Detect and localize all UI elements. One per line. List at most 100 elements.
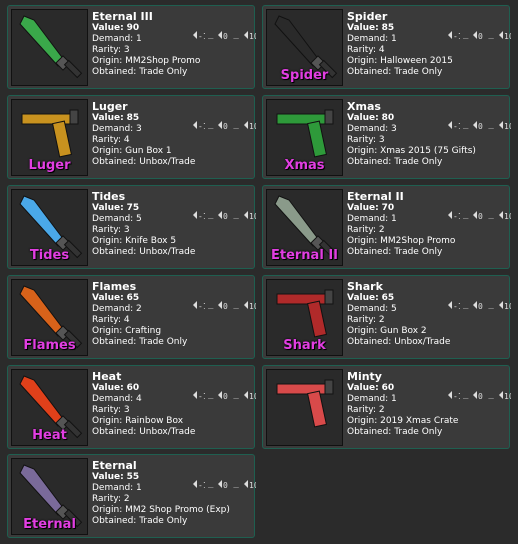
item-thumbnail[interactable]: Shark xyxy=(266,279,343,356)
item-obtained: Obtained: Unbox/Trade xyxy=(92,427,196,437)
plus-ten-icon[interactable]: 10 xyxy=(497,119,511,131)
item-origin: Origin: Xmas 2015 (75 Gifts) xyxy=(347,146,476,156)
item-thumbnail[interactable] xyxy=(266,369,343,446)
quantity-controls: -1_0_10 xyxy=(191,299,256,311)
plus-ten-icon[interactable]: 10 xyxy=(242,119,256,131)
thumbnail-label: Heat xyxy=(32,428,67,443)
item-thumbnail[interactable]: Eternal xyxy=(11,458,88,535)
item-name: Shark xyxy=(347,280,383,293)
item-thumbnail[interactable]: Luger xyxy=(11,99,88,176)
item-rarity: Rarity: 3 xyxy=(92,45,130,55)
item-obtained: Obtained: Trade Only xyxy=(347,157,443,167)
separator: _ xyxy=(488,210,494,220)
item-thumbnail[interactable]: Flames xyxy=(11,279,88,356)
reset-icon[interactable]: 0 xyxy=(216,119,230,131)
svg-text:-1: -1 xyxy=(198,212,205,221)
quantity-controls: -1_0_10 xyxy=(446,389,511,401)
item-origin: Origin: MM2Shop Promo xyxy=(92,56,201,66)
reset-icon[interactable]: 0 xyxy=(471,299,485,311)
thumbnail-label: Xmas xyxy=(284,158,325,173)
svg-text:10: 10 xyxy=(249,122,256,131)
plus-ten-icon[interactable]: 10 xyxy=(242,478,256,490)
item-rarity: Rarity: 2 xyxy=(347,315,385,325)
separator: _ xyxy=(463,300,469,310)
thumbnail-label: Tides xyxy=(29,248,70,263)
item-thumbnail[interactable] xyxy=(11,9,88,86)
quantity-controls: -1_0_10 xyxy=(446,209,511,221)
reset-icon[interactable]: 0 xyxy=(471,209,485,221)
item-obtained: Obtained: Trade Only xyxy=(92,516,188,526)
minus-one-icon[interactable]: -1 xyxy=(191,29,205,41)
plus-ten-icon[interactable]: 10 xyxy=(242,209,256,221)
reset-icon[interactable]: 0 xyxy=(216,299,230,311)
separator: _ xyxy=(488,30,494,40)
minus-one-icon[interactable]: -1 xyxy=(191,478,205,490)
item-thumbnail[interactable]: Tides xyxy=(11,189,88,266)
reset-icon[interactable]: 0 xyxy=(471,119,485,131)
separator: _ xyxy=(233,390,239,400)
separator: _ xyxy=(463,390,469,400)
item-info: Shark Value: 65 Demand: 5 Rarity: 2 Origin: … xyxy=(347,280,509,348)
reset-icon[interactable]: 0 xyxy=(216,389,230,401)
item-info: Eternal II Value: 70 Demand: 1 Rarity: 2 Ori… xyxy=(347,190,509,258)
reset-icon[interactable]: 0 xyxy=(471,389,485,401)
item-card: Minty Value: 60 Demand: 1 Rarity: 2 Origin: … xyxy=(262,365,511,449)
plus-ten-icon[interactable]: 10 xyxy=(242,389,256,401)
minus-one-icon[interactable]: -1 xyxy=(446,29,460,41)
item-card: Heat Heat Value: 60 Demand: 4 Rarity: 3 Origi… xyxy=(7,365,256,449)
item-info: Eternal Value: 55 Demand: 1 Rarity: 2 Origin… xyxy=(92,459,254,527)
item-rarity: Rarity: 4 xyxy=(92,135,130,145)
plus-ten-icon[interactable]: 10 xyxy=(242,299,256,311)
separator: _ xyxy=(488,390,494,400)
minus-one-icon[interactable]: -1 xyxy=(446,209,460,221)
plus-ten-icon[interactable]: 10 xyxy=(497,209,511,221)
svg-text:0: 0 xyxy=(223,302,228,311)
item-name: Heat xyxy=(92,370,122,383)
item-origin: Origin: Knife Box 5 xyxy=(92,236,177,246)
item-name: Minty xyxy=(347,370,382,383)
item-thumbnail[interactable]: Heat xyxy=(11,369,88,446)
minus-one-icon[interactable]: -1 xyxy=(191,209,205,221)
item-origin: Origin: Gun Box 2 xyxy=(347,326,427,336)
item-obtained: Obtained: Trade Only xyxy=(347,427,443,437)
plus-ten-icon[interactable]: 10 xyxy=(497,299,511,311)
item-thumbnail[interactable]: Spider xyxy=(266,9,343,86)
minus-one-icon[interactable]: -1 xyxy=(191,119,205,131)
item-rarity: Rarity: 3 xyxy=(92,225,130,235)
item-info: Tides Value: 75 Demand: 5 Rarity: 3 Origin: … xyxy=(92,190,254,258)
item-rarity: Rarity: 4 xyxy=(92,315,130,325)
item-info: Xmas Value: 80 Demand: 3 Rarity: 3 Origin: X… xyxy=(347,100,509,168)
item-obtained: Obtained: Unbox/Trade xyxy=(347,337,451,347)
item-thumbnail[interactable]: Eternal II xyxy=(266,189,343,266)
item-obtained: Obtained: Trade Only xyxy=(347,67,443,77)
svg-text:-1: -1 xyxy=(453,392,460,401)
minus-one-icon[interactable]: -1 xyxy=(446,299,460,311)
svg-text:-1: -1 xyxy=(453,122,460,131)
minus-one-icon[interactable]: -1 xyxy=(446,119,460,131)
reset-icon[interactable]: 0 xyxy=(216,209,230,221)
svg-text:0: 0 xyxy=(223,481,228,490)
minus-one-icon[interactable]: -1 xyxy=(191,389,205,401)
svg-text:10: 10 xyxy=(249,481,256,490)
quantity-controls: -1_0_10 xyxy=(191,29,256,41)
reset-icon[interactable]: 0 xyxy=(216,29,230,41)
svg-text:0: 0 xyxy=(478,212,483,221)
minus-one-icon[interactable]: -1 xyxy=(191,299,205,311)
reset-icon[interactable]: 0 xyxy=(471,29,485,41)
plus-ten-icon[interactable]: 10 xyxy=(497,389,511,401)
svg-text:10: 10 xyxy=(249,392,256,401)
thumbnail-label: Shark xyxy=(283,338,326,353)
plus-ten-icon[interactable]: 10 xyxy=(242,29,256,41)
item-obtained: Obtained: Unbox/Trade xyxy=(92,247,196,257)
item-thumbnail[interactable]: Xmas xyxy=(266,99,343,176)
reset-icon[interactable]: 0 xyxy=(216,478,230,490)
separator: _ xyxy=(488,300,494,310)
svg-text:0: 0 xyxy=(223,212,228,221)
item-card: Flames Flames Value: 65 Demand: 2 Rarity: 4O… xyxy=(7,275,256,359)
minus-one-icon[interactable]: -1 xyxy=(446,389,460,401)
separator: _ xyxy=(233,479,239,489)
svg-text:10: 10 xyxy=(249,302,256,311)
item-rarity: Rarity: 3 xyxy=(347,135,385,145)
quantity-controls: -1_0_10 xyxy=(191,119,256,131)
plus-ten-icon[interactable]: 10 xyxy=(497,29,511,41)
